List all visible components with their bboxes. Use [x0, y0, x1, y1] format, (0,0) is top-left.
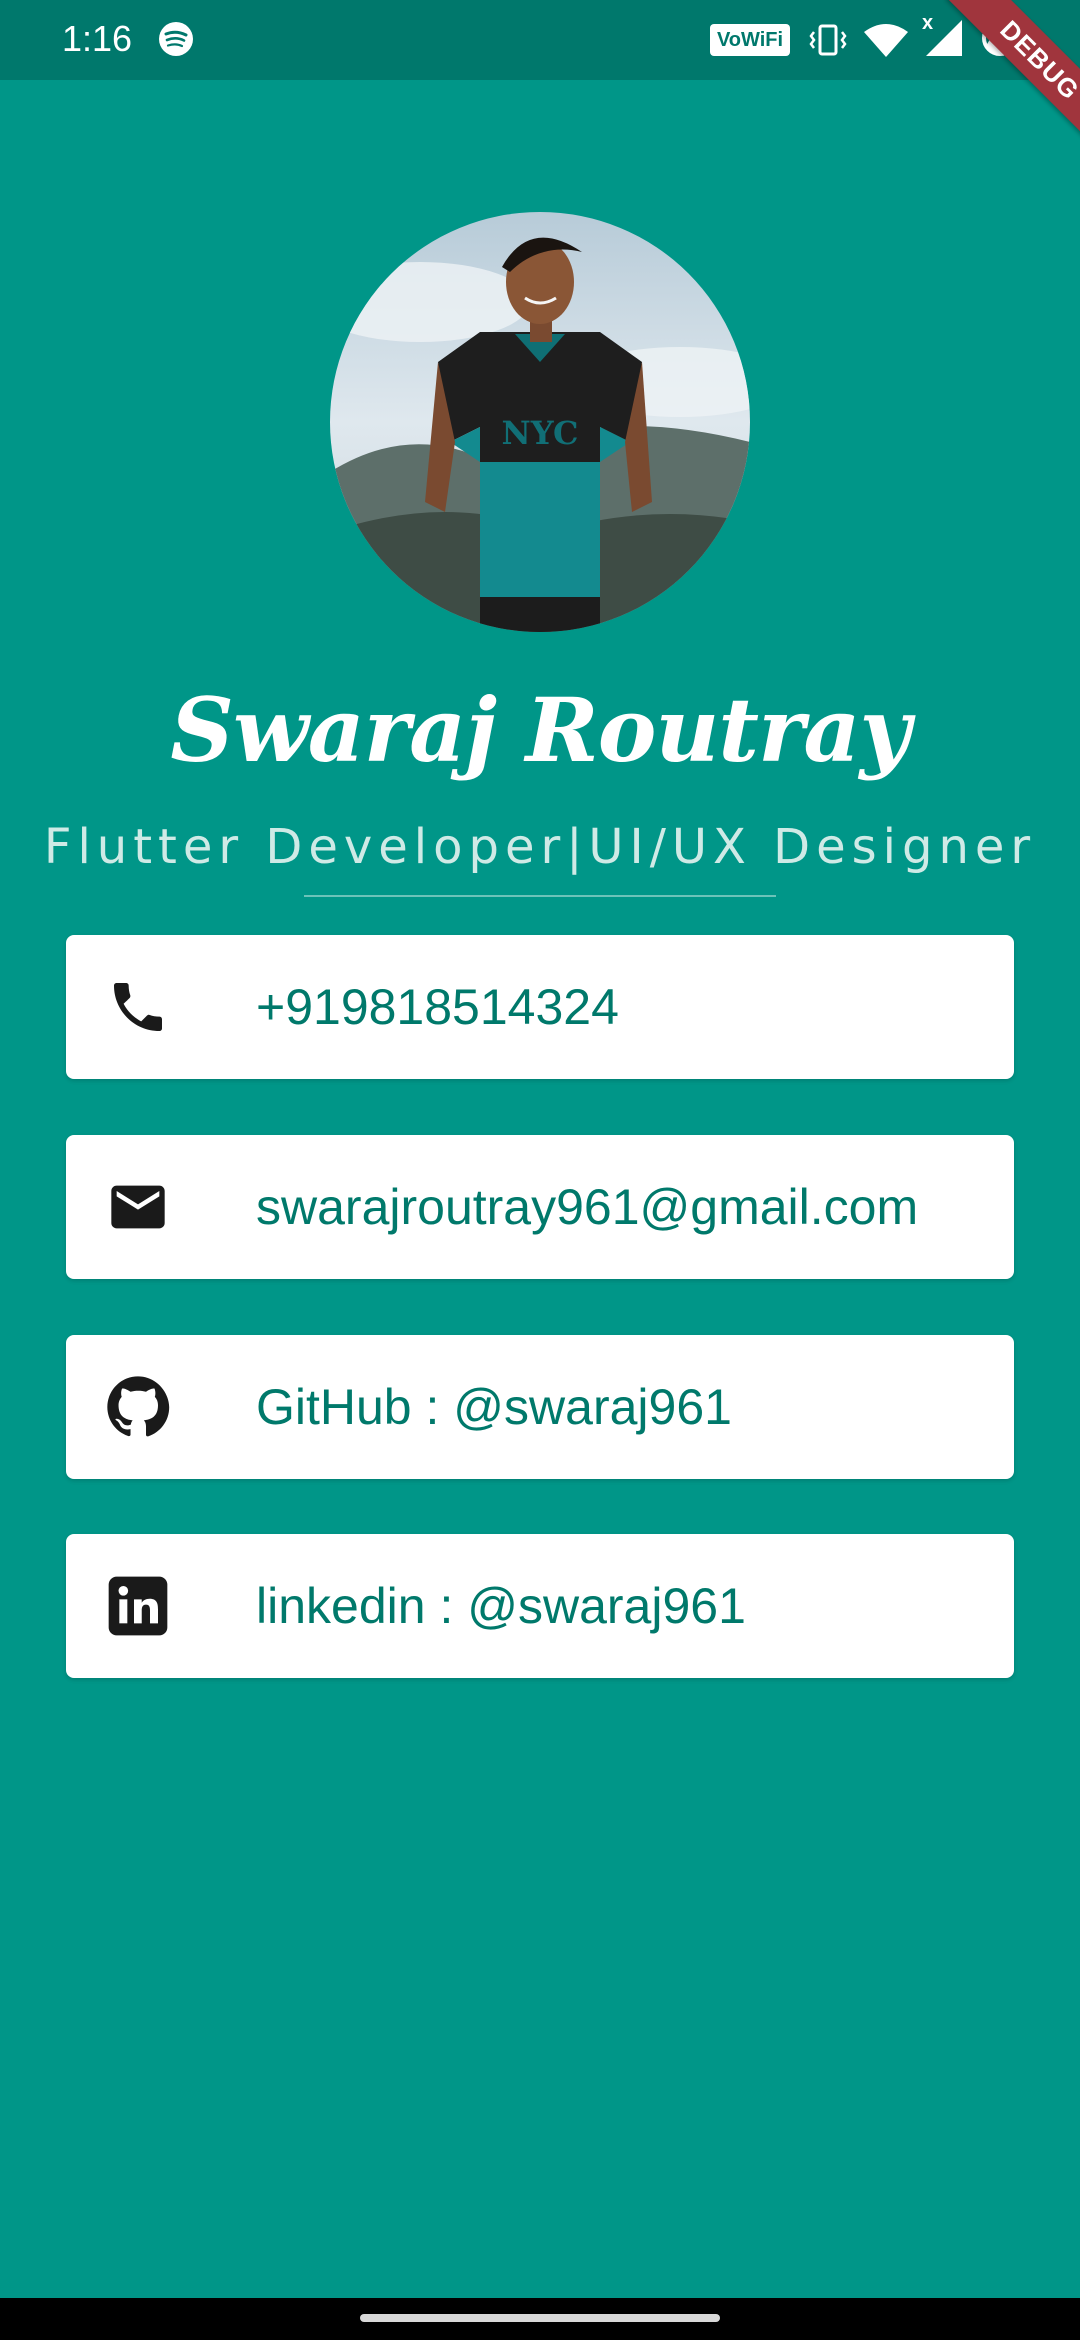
phone-icon — [114, 983, 162, 1031]
status-bar: 1:16 VoWiFi x — [0, 0, 1080, 80]
vibrate-icon — [809, 24, 847, 56]
github-icon — [107, 1376, 170, 1437]
spotify-icon — [159, 22, 193, 56]
profile-name: Swaraj Routray — [170, 678, 910, 782]
phone-card[interactable]: +919818514324 — [66, 935, 1014, 1079]
status-time: 1:16 — [62, 18, 133, 59]
email-address: swarajroutray961@gmail.com — [256, 1179, 919, 1235]
linkedin-card[interactable]: linkedin : @swaraj961 — [66, 1534, 1014, 1678]
linkedin-icon — [108, 1576, 168, 1636]
github-card[interactable]: GitHub : @swaraj961 — [66, 1335, 1014, 1479]
svg-text:NYC: NYC — [502, 414, 579, 452]
vowifi-badge: VoWiFi — [710, 24, 790, 56]
profile-avatar: NYC — [330, 212, 750, 632]
battery-icon — [982, 20, 1018, 56]
email-icon — [111, 1185, 165, 1229]
signal-icon — [926, 20, 962, 56]
profile-subtitle: Flutter Developer|UI/UX Designer — [43, 819, 1037, 875]
profile-photo: NYC — [330, 212, 750, 632]
github-handle: GitHub : @swaraj961 — [256, 1379, 732, 1435]
phone-number: +919818514324 — [256, 979, 619, 1035]
wifi-icon — [864, 24, 908, 57]
linkedin-handle: linkedin : @swaraj961 — [256, 1578, 746, 1634]
divider — [304, 895, 776, 897]
email-card[interactable]: swarajroutray961@gmail.com — [66, 1135, 1014, 1279]
navigation-bar — [0, 2298, 1080, 2340]
home-gesture-handle[interactable] — [360, 2314, 720, 2322]
